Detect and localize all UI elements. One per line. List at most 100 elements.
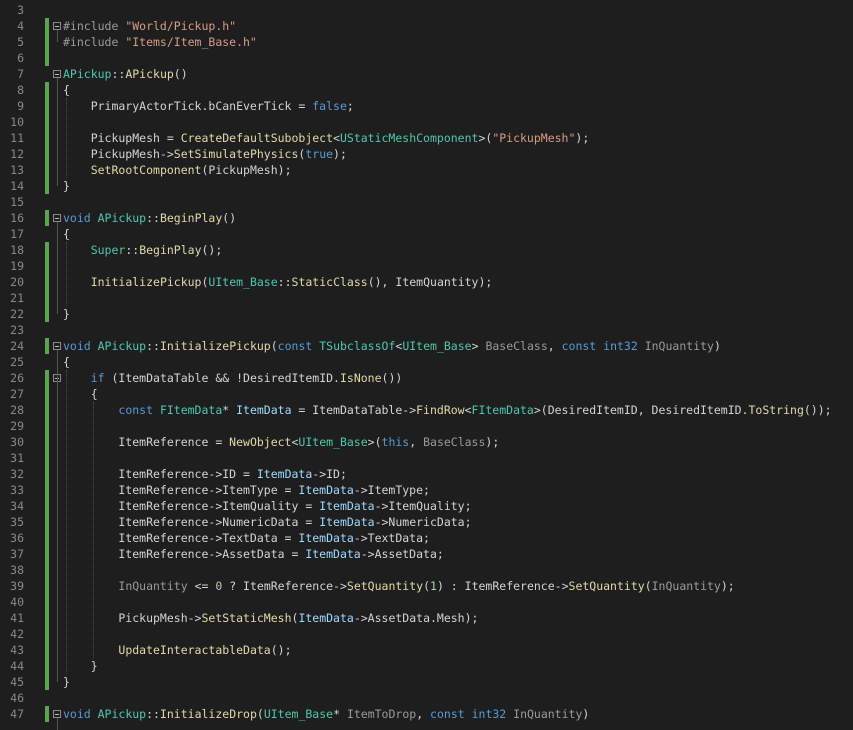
- code-line[interactable]: 17 {: [0, 226, 853, 242]
- line-number: 32: [10, 467, 24, 481]
- code-line[interactable]: 8{: [0, 82, 853, 98]
- code-line[interactable]: 34 ItemReference->ItemQuality = ItemData…: [0, 498, 853, 514]
- line-code: if (ItemDataTable && !DesiredItemID.IsNo…: [63, 370, 403, 386]
- line-code: Super::BeginPlay();: [63, 242, 223, 258]
- code-line[interactable]: 22}: [0, 306, 853, 322]
- line-number: 10: [10, 115, 24, 129]
- code-token: ItemReference =: [63, 435, 230, 449]
- code-line[interactable]: 15: [0, 194, 853, 210]
- code-line[interactable]: 35 ItemReference->NumericData = ItemData…: [0, 514, 853, 530]
- code-token: ItemReference->ItemType =: [63, 483, 299, 497]
- line-number: 3: [17, 3, 24, 17]
- code-token: const: [277, 339, 320, 353]
- code-line[interactable]: 46: [0, 690, 853, 706]
- code-token: FItemData: [471, 403, 534, 417]
- line-number: 8: [17, 83, 24, 97]
- code-line[interactable]: 19: [0, 258, 853, 274]
- line-code: void APickup::InitializePickup(const TSu…: [63, 338, 721, 354]
- line-number: 33: [10, 483, 24, 497]
- code-line[interactable]: 23: [0, 322, 853, 338]
- code-token: }: [63, 307, 70, 321]
- code-line[interactable]: 3: [0, 2, 853, 18]
- code-token: CreateDefaultSubobject: [180, 131, 334, 145]
- code-token: ItemData: [319, 499, 375, 513]
- code-token: }: [63, 179, 70, 193]
- code-line[interactable]: 40: [0, 594, 853, 610]
- code-token: >(: [478, 131, 493, 145]
- line-number: 4: [17, 19, 24, 33]
- code-token: (), ItemQuantity);: [367, 275, 493, 289]
- code-line[interactable]: 39 InQuantity <= 0 ? ItemReference->SetQ…: [0, 578, 853, 594]
- code-line[interactable]: 16 void APickup::BeginPlay(): [0, 210, 853, 226]
- code-line[interactable]: 4 #include "World/Pickup.h": [0, 18, 853, 34]
- code-line[interactable]: 31: [0, 450, 853, 466]
- line-code: PickupMesh->SetStaticMesh(ItemData->Asse…: [63, 610, 478, 626]
- code-line[interactable]: 9 PrimaryActorTick.bCanEverTick = false;: [0, 98, 853, 114]
- code-line[interactable]: 7 APickup::APickup(): [0, 66, 853, 82]
- code-line[interactable]: 36 ItemReference->TextData = ItemData->T…: [0, 530, 853, 546]
- code-token: UItem_Base: [263, 707, 334, 721]
- line-number: 31: [10, 451, 24, 465]
- code-token: ) : ItemReference->: [436, 579, 569, 593]
- code-line[interactable]: 42: [0, 626, 853, 642]
- code-line[interactable]: 32 ItemReference->ID = ItemData->ID;: [0, 466, 853, 482]
- code-token: if: [90, 371, 105, 385]
- code-token: *: [222, 403, 237, 417]
- code-line[interactable]: 44 }: [0, 658, 853, 674]
- code-token: InQuantity: [651, 579, 721, 593]
- code-token: (): [173, 67, 188, 81]
- code-token: ->AssetData.Mesh);: [353, 611, 479, 625]
- code-token: SetQuantity: [346, 579, 424, 593]
- line-number: 5: [17, 35, 24, 49]
- code-token: ,: [547, 339, 562, 353]
- code-line[interactable]: 27 {: [0, 386, 853, 402]
- code-token: );: [485, 435, 500, 449]
- code-line[interactable]: 28 const FItemData* ItemData = ItemDataT…: [0, 402, 853, 418]
- code-token: PrimaryActorTick.bCanEverTick =: [63, 99, 313, 113]
- code-line[interactable]: 12 PickupMesh->SetSimulatePhysics(true);: [0, 146, 853, 162]
- code-line[interactable]: 45}: [0, 674, 853, 690]
- code-line[interactable]: 26 if (ItemDataTable && !DesiredItemID.I…: [0, 370, 853, 386]
- code-token: ::: [146, 707, 160, 721]
- code-token: ());: [803, 403, 832, 417]
- code-line[interactable]: 21: [0, 290, 853, 306]
- code-line[interactable]: 11 PickupMesh = CreateDefaultSubobject<U…: [0, 130, 853, 146]
- code-line[interactable]: 29: [0, 418, 853, 434]
- code-line[interactable]: 5 #include "Items/Item_Base.h": [0, 34, 853, 50]
- code-token: ();: [201, 243, 223, 257]
- code-line[interactable]: 13 SetRootComponent(PickupMesh);: [0, 162, 853, 178]
- code-line[interactable]: 6: [0, 50, 853, 66]
- code-token: ->ItemType;: [353, 483, 430, 497]
- code-token: ItemReference->ID =: [63, 467, 257, 481]
- code-token: InitializePickup: [90, 275, 202, 289]
- code-token: }: [63, 675, 70, 689]
- code-token: SetSimulatePhysics: [173, 147, 299, 161]
- code-line[interactable]: 24 void APickup::InitializePickup(const T…: [0, 338, 853, 354]
- line-code: const FItemData* ItemData = ItemDataTabl…: [63, 402, 832, 418]
- line-number: 38: [10, 563, 24, 577]
- line-number: 43: [10, 643, 24, 657]
- code-line[interactable]: 18 Super::BeginPlay();: [0, 242, 853, 258]
- code-editor[interactable]: 3 4 #include "World/Pickup.h" 5 #include "It…: [0, 0, 853, 730]
- code-line[interactable]: 20 InitializePickup(UItem_Base::StaticCl…: [0, 274, 853, 290]
- code-line[interactable]: 41 PickupMesh->SetStaticMesh(ItemData->A…: [0, 610, 853, 626]
- code-token: ): [582, 707, 590, 721]
- code-line[interactable]: 43 UpdateInteractableData();: [0, 642, 853, 658]
- code-line[interactable]: 10: [0, 114, 853, 130]
- code-line[interactable]: 30 ItemReference = NewObject<UItem_Base>…: [0, 434, 853, 450]
- code-line[interactable]: 14}: [0, 178, 853, 194]
- code-line[interactable]: 38: [0, 562, 853, 578]
- line-number: 47: [10, 707, 24, 721]
- code-token: "World/Pickup.h": [125, 19, 237, 33]
- code-token: (: [423, 579, 431, 593]
- line-number: 14: [10, 179, 24, 193]
- code-line[interactable]: 37 ItemReference->AssetData = ItemData->…: [0, 546, 853, 562]
- code-token: *: [333, 707, 347, 721]
- code-token: (: [270, 339, 278, 353]
- code-token: BaseClass: [423, 435, 486, 449]
- code-line[interactable]: 33 ItemReference->ItemType = ItemData->I…: [0, 482, 853, 498]
- code-line[interactable]: 25 {: [0, 354, 853, 370]
- code-token: InitializeDrop: [159, 707, 257, 721]
- code-line[interactable]: 47 void APickup::InitializeDrop(UItem_Bas…: [0, 706, 853, 722]
